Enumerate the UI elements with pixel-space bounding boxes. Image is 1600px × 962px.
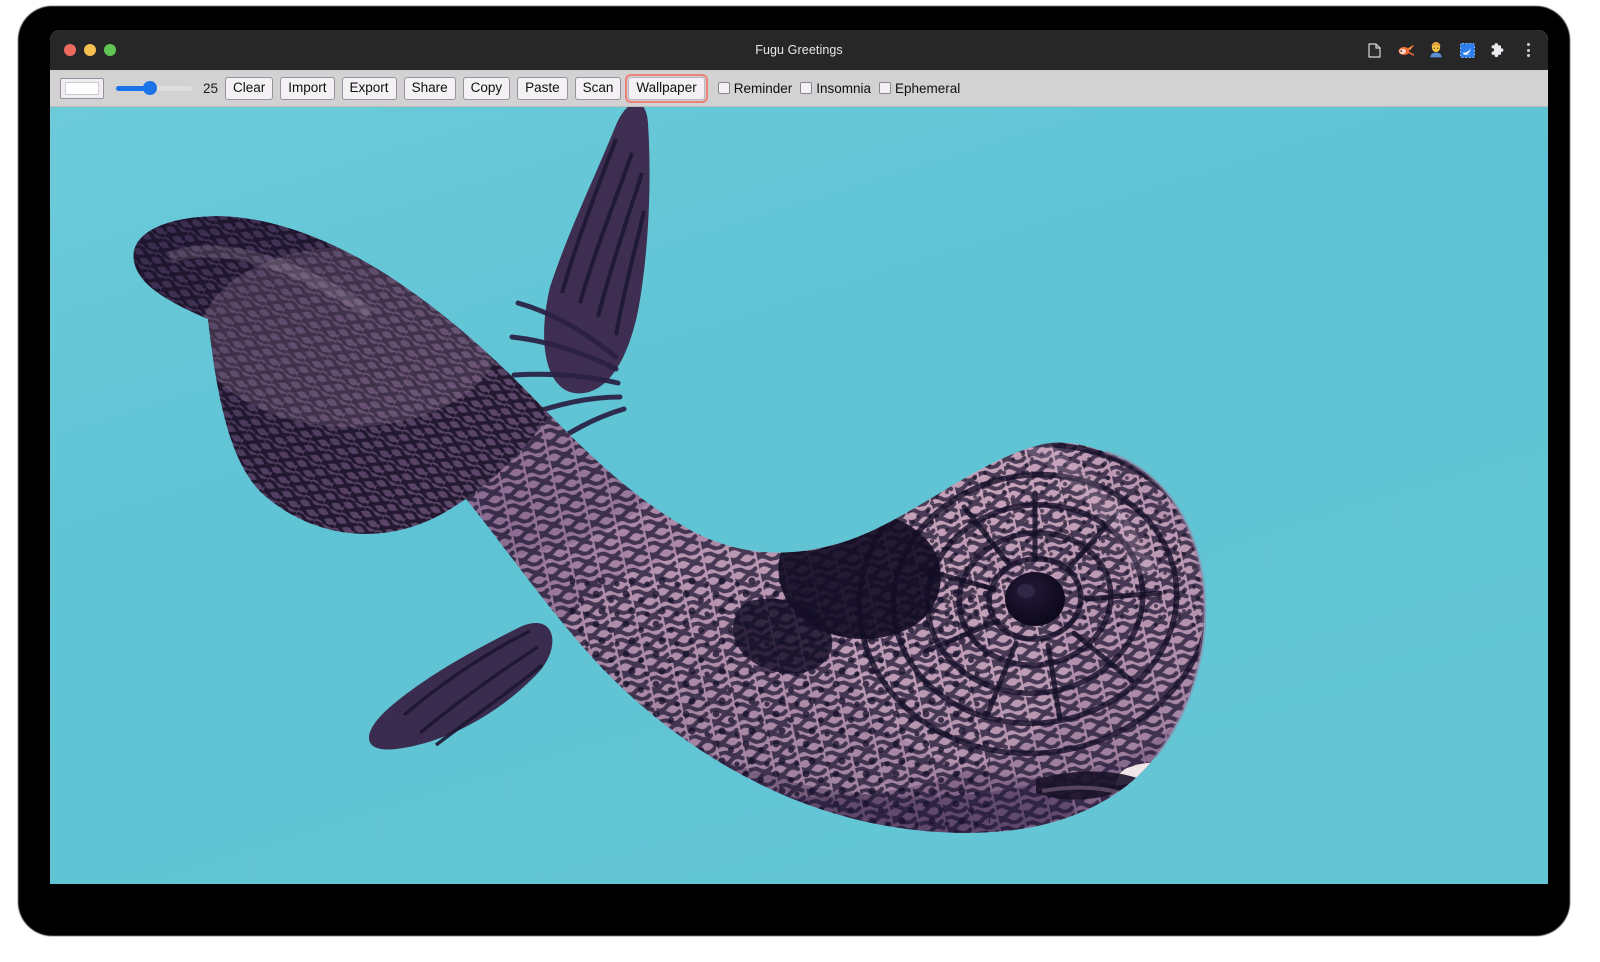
share-button[interactable]: Share bbox=[404, 77, 456, 100]
drawing-canvas[interactable] bbox=[50, 107, 1548, 884]
checkbox-group: Reminder Insomnia Ephemeral bbox=[718, 81, 969, 96]
color-picker[interactable] bbox=[60, 78, 104, 99]
paste-button[interactable]: Paste bbox=[517, 77, 568, 100]
window-title: Fugu Greetings bbox=[50, 43, 1548, 57]
slider-thumb[interactable] bbox=[143, 81, 157, 95]
wallpaper-button[interactable]: Wallpaper bbox=[628, 77, 704, 100]
color-swatch-fill bbox=[65, 82, 99, 95]
reminder-checkbox-label: Reminder bbox=[734, 81, 793, 96]
close-window-button[interactable] bbox=[64, 44, 76, 56]
fish-eye bbox=[1005, 572, 1065, 626]
ephemeral-checkbox-label: Ephemeral bbox=[895, 81, 960, 96]
page-icon[interactable] bbox=[1365, 41, 1383, 59]
bookmark-extension-icon[interactable] bbox=[1458, 41, 1476, 59]
pufferfish-photo bbox=[50, 107, 1548, 884]
ephemeral-checkbox[interactable]: Ephemeral bbox=[879, 81, 960, 96]
toolbar: 25 Clear Import Export Share Copy Paste … bbox=[50, 70, 1548, 107]
ephemeral-checkbox-box[interactable] bbox=[879, 82, 891, 94]
minimize-window-button[interactable] bbox=[84, 44, 96, 56]
clear-button[interactable]: Clear bbox=[225, 77, 273, 100]
traffic-lights bbox=[64, 44, 116, 56]
fugu-extension-icon[interactable] bbox=[1396, 41, 1414, 59]
import-button[interactable]: Import bbox=[280, 77, 334, 100]
maximize-window-button[interactable] bbox=[104, 44, 116, 56]
titlebar-actions bbox=[1365, 30, 1538, 70]
insomnia-checkbox-label: Insomnia bbox=[816, 81, 871, 96]
export-button[interactable]: Export bbox=[342, 77, 397, 100]
reminder-checkbox-box[interactable] bbox=[718, 82, 730, 94]
slider-value-label: 25 bbox=[200, 81, 218, 96]
profile-avatar-icon[interactable] bbox=[1427, 41, 1445, 59]
copy-button[interactable]: Copy bbox=[463, 77, 511, 100]
insomnia-checkbox-box[interactable] bbox=[800, 82, 812, 94]
puzzle-extensions-icon[interactable] bbox=[1489, 41, 1507, 59]
kebab-menu-icon[interactable] bbox=[1520, 41, 1536, 59]
scan-button[interactable]: Scan bbox=[575, 77, 622, 100]
pen-size-slider[interactable] bbox=[116, 79, 192, 97]
insomnia-checkbox[interactable]: Insomnia bbox=[800, 81, 871, 96]
titlebar: Fugu Greetings bbox=[50, 30, 1548, 70]
reminder-checkbox[interactable]: Reminder bbox=[718, 81, 793, 96]
screen: Fugu Greetings bbox=[0, 0, 1600, 962]
app-window: Fugu Greetings bbox=[50, 30, 1548, 884]
